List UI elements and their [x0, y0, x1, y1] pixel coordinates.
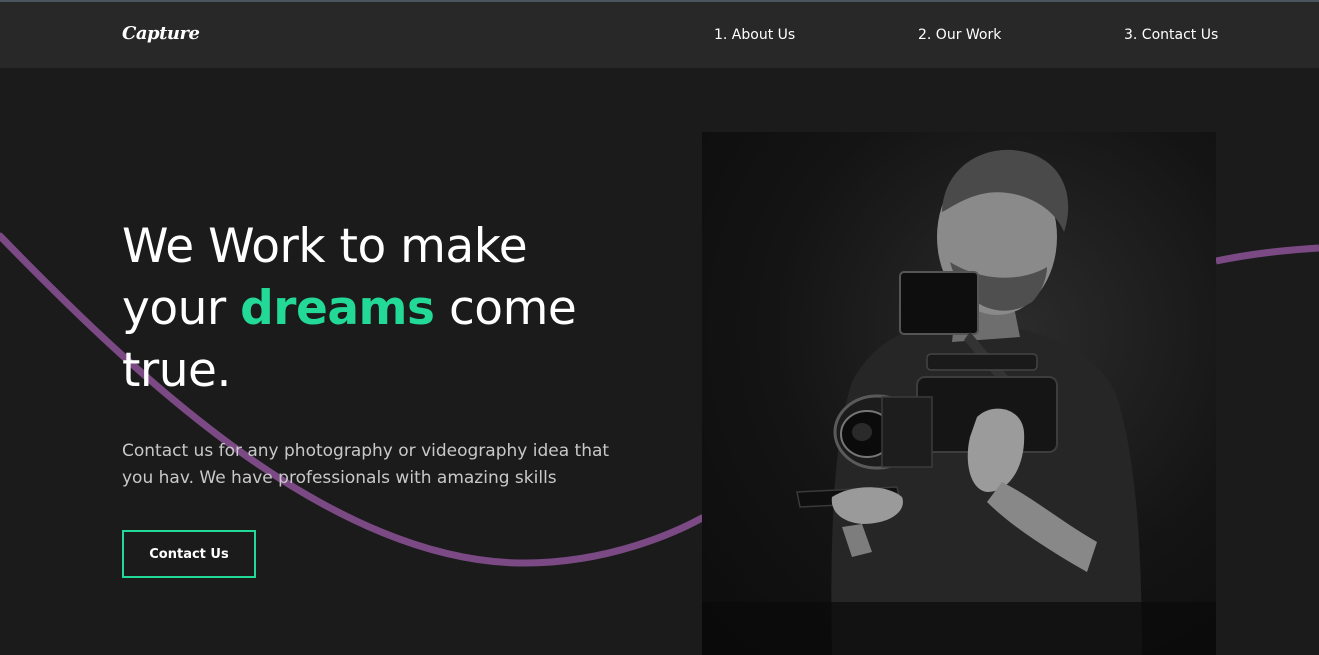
headline-your: your: [122, 281, 226, 336]
contact-us-button[interactable]: Contact Us: [122, 530, 256, 578]
headline-come: come: [448, 281, 577, 336]
hero-description: Contact us for any photography or videog…: [122, 441, 610, 488]
headline-line-1: We Work to make: [122, 219, 528, 274]
logo[interactable]: Capture: [122, 23, 200, 44]
nav-link-our-work[interactable]: 2. Our Work: [918, 27, 1001, 43]
headline-accent-word: dreams: [240, 281, 435, 336]
hero-headline: We Work to make your dreams come true.: [122, 216, 642, 402]
photographer-with-camera-image: [702, 132, 1216, 655]
page: Capture 1. About Us 2. Our Work 3. Conta…: [0, 0, 1319, 655]
navbar: Capture 1. About Us 2. Our Work 3. Conta…: [0, 2, 1319, 68]
nav-link-about-us[interactable]: 1. About Us: [714, 27, 795, 43]
headline-line-3: true.: [122, 343, 231, 398]
nav-link-contact-us[interactable]: 3. Contact Us: [1124, 27, 1218, 43]
